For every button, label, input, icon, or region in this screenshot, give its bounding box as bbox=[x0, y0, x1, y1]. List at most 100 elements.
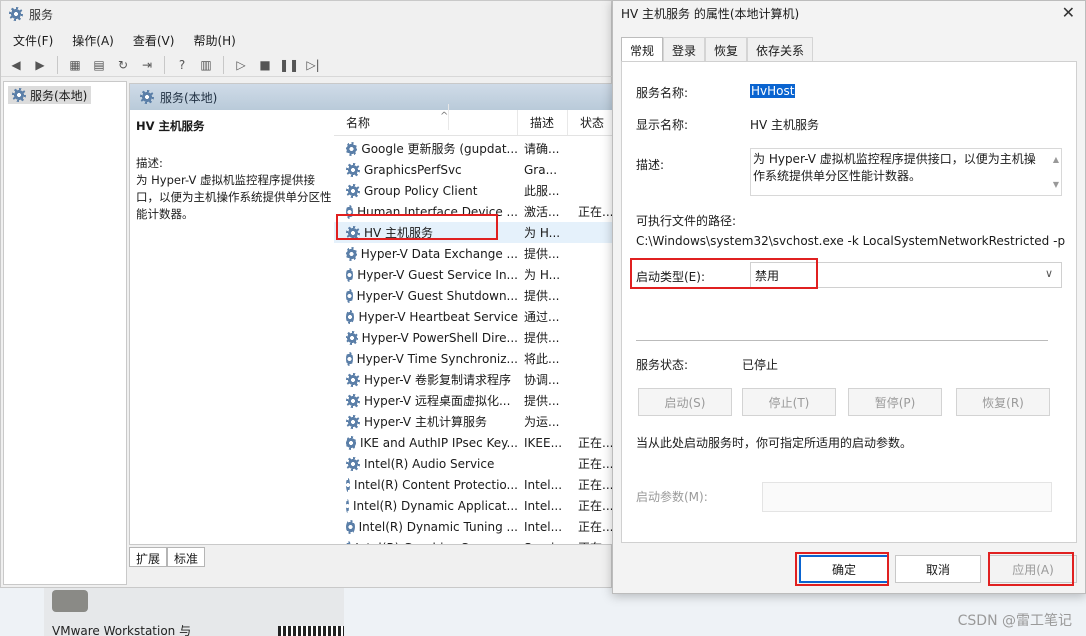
table-row[interactable]: IKE and AuthIP IPsec Key... IKEE... 正在... bbox=[334, 432, 612, 453]
qr-code-image bbox=[278, 626, 344, 636]
service-name-text: IKE and AuthIP IPsec Key... bbox=[359, 435, 518, 450]
show-tree-icon[interactable]: ▦ bbox=[66, 56, 84, 74]
menu-action[interactable]: 操作(A) bbox=[60, 31, 121, 51]
scroll-up-icon[interactable]: ▲ bbox=[1053, 151, 1059, 168]
restart-service-icon[interactable]: ▷| bbox=[304, 56, 322, 74]
export-icon[interactable]: ⇥ bbox=[138, 56, 156, 74]
start-service-icon[interactable]: ▷ bbox=[232, 56, 250, 74]
service-name-cell: Intel(R) Dynamic Applicat... bbox=[334, 498, 518, 513]
scroll-down-icon[interactable]: ▼ bbox=[1053, 176, 1059, 193]
list-header: ^ 名称 描述 状态 bbox=[334, 104, 612, 136]
pane-header: 服务(本地) bbox=[130, 84, 612, 110]
gear-icon bbox=[346, 162, 360, 177]
sort-ascending-icon: ^ bbox=[428, 104, 450, 130]
service-name-value[interactable]: HvHost bbox=[750, 84, 796, 98]
service-desc-cell: 激活... bbox=[524, 205, 560, 219]
table-row[interactable]: Google 更新服务 (gupdat... 请确... bbox=[334, 138, 612, 159]
description-label: 描述: bbox=[136, 156, 163, 170]
menu-bar: 文件(F) 操作(A) 查看(V) 帮助(H) bbox=[1, 31, 243, 51]
back-arrow-icon[interactable]: ◀ bbox=[7, 56, 25, 74]
table-row[interactable]: Hyper-V Guest Shutdown... 提供... bbox=[334, 285, 612, 306]
table-row[interactable]: Group Policy Client 此服... bbox=[334, 180, 612, 201]
start-params-input[interactable] bbox=[762, 482, 1052, 512]
table-row[interactable]: Intel(R) Content Protectio... Intel... 正在.… bbox=[334, 474, 612, 495]
gear-icon bbox=[12, 88, 26, 102]
menu-file[interactable]: 文件(F) bbox=[1, 31, 60, 51]
service-status-cell: 正在... bbox=[568, 539, 612, 544]
table-row[interactable]: Hyper-V Data Exchange ... 提供... bbox=[334, 243, 612, 264]
tab-general[interactable]: 常规 bbox=[621, 37, 664, 61]
service-desc-cell: 将此... bbox=[524, 352, 560, 366]
table-row[interactable]: Hyper-V Time Synchroniz... 将此... bbox=[334, 348, 612, 369]
general-panel: 服务名称: HvHost 显示名称: HV 主机服务 描述: 为 Hyper-V… bbox=[621, 61, 1077, 543]
resume-button[interactable]: 恢复(R) bbox=[956, 388, 1050, 416]
table-row[interactable]: Hyper-V 主机计算服务 为运... bbox=[334, 411, 612, 432]
services-window: 服务 文件(F) 操作(A) 查看(V) 帮助(H) ◀ ▶ ▦ ▤ ↻ ⇥ ?… bbox=[0, 0, 613, 588]
cancel-button[interactable]: 取消 bbox=[895, 555, 981, 583]
service-name-label: 服务名称: bbox=[636, 86, 689, 100]
service-name-cell: Hyper-V 远程桌面虚拟化... bbox=[334, 392, 518, 409]
gear-icon bbox=[346, 540, 352, 544]
tab-extended[interactable]: 扩展 bbox=[129, 547, 168, 567]
properties-icon[interactable]: ▤ bbox=[90, 56, 108, 74]
table-row[interactable]: Hyper-V Heartbeat Service 通过... bbox=[334, 306, 612, 327]
service-name-cell: Hyper-V Guest Service In... bbox=[334, 267, 518, 282]
start-button[interactable]: 启动(S) bbox=[638, 388, 732, 416]
tab-dependencies[interactable]: 依存关系 bbox=[747, 37, 814, 61]
table-row[interactable]: Hyper-V 远程桌面虚拟化... 提供... bbox=[334, 390, 612, 411]
tree-item-services-local[interactable]: 服务(本地) bbox=[8, 86, 92, 104]
tab-logon[interactable]: 登录 bbox=[663, 37, 706, 61]
service-name-text: Hyper-V Heartbeat Service bbox=[358, 309, 518, 324]
pause-service-icon[interactable]: ❚❚ bbox=[279, 56, 299, 74]
highlight-box-ok bbox=[795, 552, 889, 586]
table-row[interactable]: Intel(R) Audio Service 正在... bbox=[334, 453, 612, 474]
gear-icon bbox=[346, 309, 355, 324]
highlight-box-hv-row bbox=[336, 214, 498, 240]
pause-button[interactable]: 暂停(P) bbox=[848, 388, 942, 416]
service-name-text: Intel(R) Content Protectio... bbox=[354, 477, 518, 492]
service-name-text: Intel(R) Graphics Comma... bbox=[355, 541, 518, 545]
service-desc-cell: 提供... bbox=[524, 247, 560, 261]
service-name-cell: Intel(R) Audio Service bbox=[334, 456, 518, 471]
gear-icon bbox=[346, 498, 349, 513]
service-name-text: Intel(R) Dynamic Applicat... bbox=[352, 498, 518, 513]
tab-standard[interactable]: 标准 bbox=[167, 547, 206, 567]
gear-icon bbox=[346, 435, 356, 450]
toolbar: ◀ ▶ ▦ ▤ ↻ ⇥ ? ▥ ▷ ■ ❚❚ ▷| bbox=[1, 53, 613, 77]
service-name-cell: Hyper-V Time Synchroniz... bbox=[334, 351, 518, 366]
forward-arrow-icon[interactable]: ▶ bbox=[31, 56, 49, 74]
service-status-cell: 正在... bbox=[578, 499, 613, 513]
table-row[interactable]: Hyper-V Guest Service In... 为 H... bbox=[334, 264, 612, 285]
description-text: 为 Hyper-V 虚拟机监控程序提供接口，以便为主机操作系统提供单分区性能计数… bbox=[136, 173, 332, 221]
menu-view[interactable]: 查看(V) bbox=[121, 31, 182, 51]
stop-service-icon[interactable]: ■ bbox=[256, 56, 274, 74]
refresh-icon[interactable]: ↻ bbox=[114, 56, 132, 74]
service-name-cell: IKE and AuthIP IPsec Key... bbox=[334, 435, 518, 450]
close-icon[interactable]: ✕ bbox=[1062, 3, 1075, 22]
gear-icon bbox=[346, 183, 360, 198]
table-row[interactable]: Intel(R) Dynamic Tuning ... Intel... 正在... bbox=[334, 516, 612, 537]
gear-icon bbox=[346, 393, 360, 408]
table-row[interactable]: Hyper-V 卷影复制请求程序 协调... bbox=[334, 369, 612, 390]
stop-button[interactable]: 停止(T) bbox=[742, 388, 836, 416]
column-header-status[interactable]: 状态 bbox=[568, 110, 612, 135]
service-desc-cell: 提供... bbox=[524, 289, 560, 303]
column-header-name[interactable]: 名称 bbox=[334, 110, 518, 135]
table-row[interactable]: GraphicsPerfSvc Gra... bbox=[334, 159, 612, 180]
service-desc-cell: 为运... bbox=[524, 415, 560, 429]
view-icon[interactable]: ▥ bbox=[197, 56, 215, 74]
description-box[interactable]: 为 Hyper-V 虚拟机监控程序提供接口，以便为主机操作系统提供单分区性能计数… bbox=[750, 148, 1062, 196]
service-name-cell: Intel(R) Dynamic Tuning ... bbox=[334, 519, 518, 534]
table-row[interactable]: Intel(R) Dynamic Applicat... Intel... 正在..… bbox=[334, 495, 613, 516]
selected-service-title: HV 主机服务 bbox=[136, 119, 205, 133]
tab-recovery[interactable]: 恢复 bbox=[705, 37, 748, 61]
table-row[interactable]: Intel(R) Graphics Comma...Servi...正在... bbox=[334, 537, 612, 545]
menu-help[interactable]: 帮助(H) bbox=[181, 31, 242, 51]
table-row[interactable]: Hyper-V PowerShell Dire... 提供... bbox=[334, 327, 612, 348]
chevron-down-icon: ∨ bbox=[1044, 267, 1053, 280]
exe-path-value: C:\Windows\system32\svchost.exe -k Local… bbox=[636, 234, 1066, 248]
help-icon[interactable]: ? bbox=[173, 56, 191, 74]
gear-icon bbox=[346, 330, 358, 345]
column-header-description[interactable]: 描述 bbox=[518, 110, 568, 135]
gear-icon bbox=[346, 288, 353, 303]
